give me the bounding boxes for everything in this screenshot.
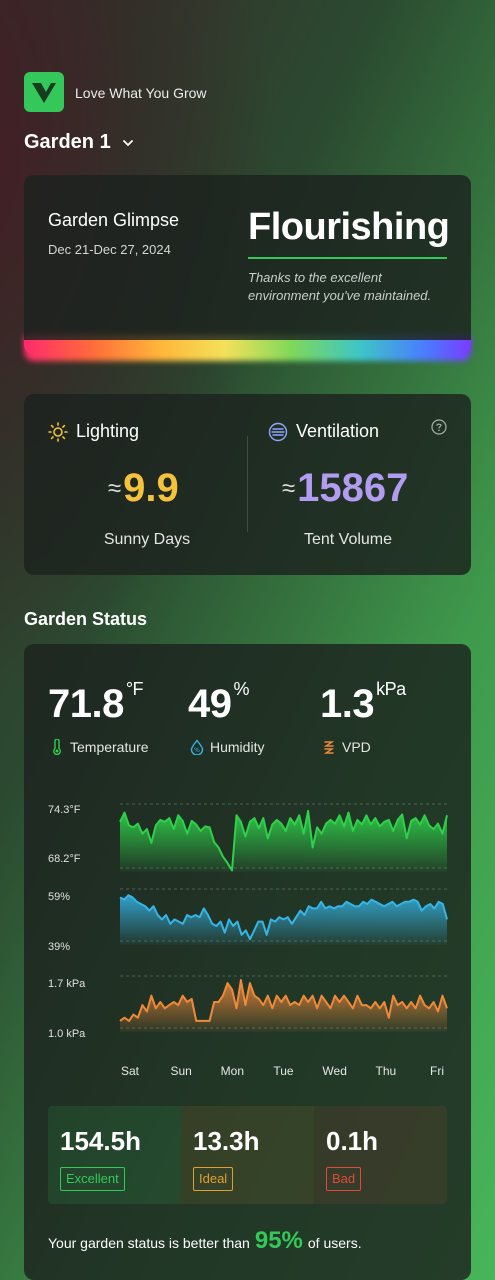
footer-prefix: Your garden status is better than [48,1235,250,1251]
section-title: Garden Status [24,609,148,629]
status-underline [248,257,447,259]
lighting-label: Lighting [76,421,140,441]
lighting-number: 9.9 [123,466,179,510]
day-label-sun: Sun [170,1064,192,1078]
garden-glimpse-card: Garden Glimpse Dec 21-Dec 27, 2024 Flour… [24,175,471,355]
chevron-down-icon [122,139,133,146]
ideal-badge: Ideal [193,1167,234,1191]
lighting-ventilation-card: Lighting ≈9.9 Sunny Days Ventilation ≈15… [24,394,471,575]
day-label-sat: Sat [120,1064,139,1078]
day-label-wed: Wed [322,1064,347,1078]
ventilation-value: ≈15867 [282,466,408,511]
status-hours-tiles: 154.5h Excellent 13.3h Ideal 0.1h Bad [48,1106,447,1204]
ventilation-sub: Tent Volume [303,531,393,548]
glimpse-note: Thanks to the excellent environment you'… [248,270,432,303]
excellent-badge: Excellent [60,1167,125,1191]
sun-icon [48,421,68,442]
day-label-thu: Thu [375,1064,397,1078]
garden-name: Garden 1 [24,131,111,153]
lighting-value: ≈9.9 [108,466,179,511]
lighting-header: Lighting [48,421,139,442]
ventilation-header: Ventilation [268,421,379,442]
bad-badge: Bad [326,1167,362,1191]
day-label-tue: Tue [273,1064,294,1078]
glimpse-title: Garden Glimpse [48,210,180,230]
garden-selector[interactable]: Garden 1 [24,131,135,154]
ventilation-approx: ≈ [282,475,296,502]
day-label-mon: Mon [220,1064,244,1078]
lighting-sub: Sunny Days [103,531,191,548]
garden-status-card: 71.8 °F 49% 1.3 kPa Temperature % Humidity… [24,644,471,1280]
bad-tile: 0.1h Bad [314,1106,447,1204]
footer-suffix: of users. [307,1235,362,1251]
ideal-hours: 13.3h [193,1126,260,1156]
bad-hours: 0.1h [326,1126,379,1156]
excellent-hours: 154.5h [60,1126,141,1156]
ventilation-number: 15867 [297,466,409,510]
glimpse-date-range: Dec 21-Dec 27, 2024 [48,242,171,257]
ideal-tile: 13.3h Ideal [181,1106,314,1204]
day-label-fri: Fri [430,1064,444,1078]
help-icon[interactable] [431,419,447,435]
tagline: Love What You Grow [75,85,207,101]
trend-charts [119,803,448,1032]
excellent-tile: 154.5h Excellent [48,1106,181,1204]
footer-percent: 95% [254,1227,303,1254]
card-divider [247,436,248,532]
lighting-approx: ≈ [108,475,122,502]
ventilation-icon [268,422,288,441]
logo-icon [32,83,56,103]
app-logo [24,72,64,112]
footer-summary: Your garden status is better than 95% of… [48,1227,362,1255]
rainbow-bar [24,340,471,355]
ventilation-label: Ventilation [296,421,380,441]
glimpse-status: Flourishing [248,206,450,248]
